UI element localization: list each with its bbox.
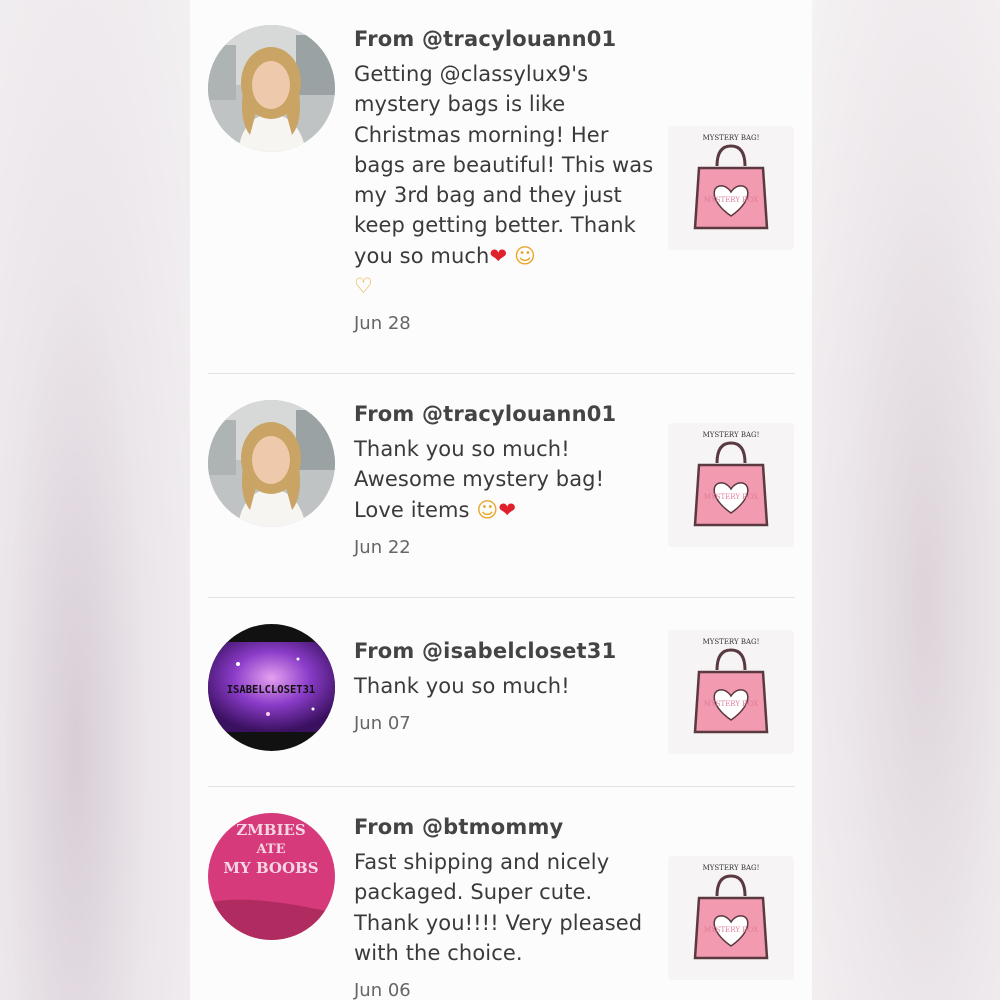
review-feed[interactable]: From @tracylouann01 Getting @classylux9'… — [190, 0, 812, 1000]
thumb-label: MYSTERY BOX — [704, 700, 758, 708]
review-item: From @tracylouann01 Thank you so much! A… — [208, 399, 794, 569]
thumb-title: MYSTERY BAG! — [703, 134, 760, 142]
avatar[interactable]: ZMBIES ATE MY BOOBS — [208, 813, 335, 940]
divider — [208, 373, 795, 374]
avatar[interactable] — [208, 400, 335, 527]
review-message: Fast shipping and nicely packaged. Super… — [354, 850, 643, 965]
background-right — [812, 0, 1000, 1000]
listing-thumbnail[interactable]: MYSTERY BAG! MYSTERY BOX — [668, 630, 794, 754]
review-message: Getting @classylux9's mystery bags is li… — [354, 62, 654, 299]
review-date: Jun 07 — [354, 713, 411, 735]
woman-portrait-image — [208, 25, 335, 152]
listing-thumbnail[interactable]: MYSTERY BAG! MYSTERY BOX — [668, 423, 794, 547]
background-left — [0, 0, 190, 1000]
red-heart-icon: ❤ — [489, 243, 508, 268]
heart-eyes-icon: ☺ — [513, 243, 536, 268]
review-author: From @isabelcloset31 — [354, 639, 617, 663]
avatar-shirt-text: ZMBIES — [236, 821, 306, 839]
author-handle[interactable]: @tracylouann01 — [422, 402, 616, 426]
svg-text:MY BOOBS: MY BOOBS — [223, 859, 318, 877]
author-handle[interactable]: @btmommy — [422, 815, 563, 839]
review-text: From @tracylouann01 Thank you so much! A… — [354, 399, 654, 560]
review-text: From @btmommy Fast shipping and nicely p… — [354, 812, 654, 1000]
review-date: Jun 22 — [354, 536, 411, 558]
review-date: Jun 06 — [354, 980, 411, 1000]
avatar-logo-text: ISABELCLOSET31 — [227, 684, 316, 696]
review-text: From @isabelcloset31 Thank you so much! … — [354, 636, 654, 736]
thumb-title: MYSTERY BAG! — [703, 431, 760, 439]
thumb-title: MYSTERY BAG! — [703, 864, 760, 872]
divider — [208, 597, 795, 598]
review-item: ZMBIES ATE MY BOOBS From @btmommy Fast s… — [208, 812, 794, 1000]
review-message: Thank you so much! Awesome mystery bag! … — [354, 437, 605, 522]
review-message: Thank you so much! — [354, 674, 570, 698]
listing-thumbnail[interactable]: MYSTERY BAG! MYSTERY BOX — [668, 856, 794, 980]
review-item: ISABELCLOSET31 From @isabelcloset31 Than… — [208, 624, 794, 766]
review-author: From @tracylouann01 — [354, 27, 617, 51]
review-author: From @tracylouann01 — [354, 402, 617, 426]
avatar[interactable] — [208, 25, 335, 152]
heart-hands-icon: ♡ — [354, 274, 373, 299]
isabelcloset-logo-image: ISABELCLOSET31 — [208, 624, 335, 751]
mystery-bag-image: MYSTERY BAG! MYSTERY BOX — [693, 864, 769, 960]
mystery-bag-image: MYSTERY BAG! MYSTERY BOX — [693, 638, 769, 734]
mystery-bag-image: MYSTERY BAG! MYSTERY BOX — [693, 134, 769, 230]
woman-portrait-image — [208, 400, 335, 527]
red-heart-icon: ❤ — [498, 497, 517, 522]
divider — [208, 786, 795, 787]
thumb-label: MYSTERY BOX — [704, 196, 758, 204]
thumb-title: MYSTERY BAG! — [703, 638, 760, 646]
author-handle[interactable]: @tracylouann01 — [422, 27, 616, 51]
review-text: From @tracylouann01 Getting @classylux9'… — [354, 24, 654, 336]
listing-thumbnail[interactable]: MYSTERY BAG! MYSTERY BOX — [668, 126, 794, 250]
review-item: From @tracylouann01 Getting @classylux9'… — [208, 24, 794, 354]
thumb-label: MYSTERY BOX — [704, 493, 758, 501]
svg-text:ATE: ATE — [256, 842, 286, 857]
smiling-face-with-hearts-icon: ☺ — [476, 497, 499, 522]
pink-shirt-image: ZMBIES ATE MY BOOBS — [208, 813, 335, 940]
author-handle[interactable]: @isabelcloset31 — [422, 639, 616, 663]
avatar[interactable]: ISABELCLOSET31 — [208, 624, 335, 751]
review-date: Jun 28 — [354, 313, 411, 335]
thumb-label: MYSTERY BOX — [704, 926, 758, 934]
review-author: From @btmommy — [354, 815, 564, 839]
mystery-bag-image: MYSTERY BAG! MYSTERY BOX — [693, 431, 769, 527]
